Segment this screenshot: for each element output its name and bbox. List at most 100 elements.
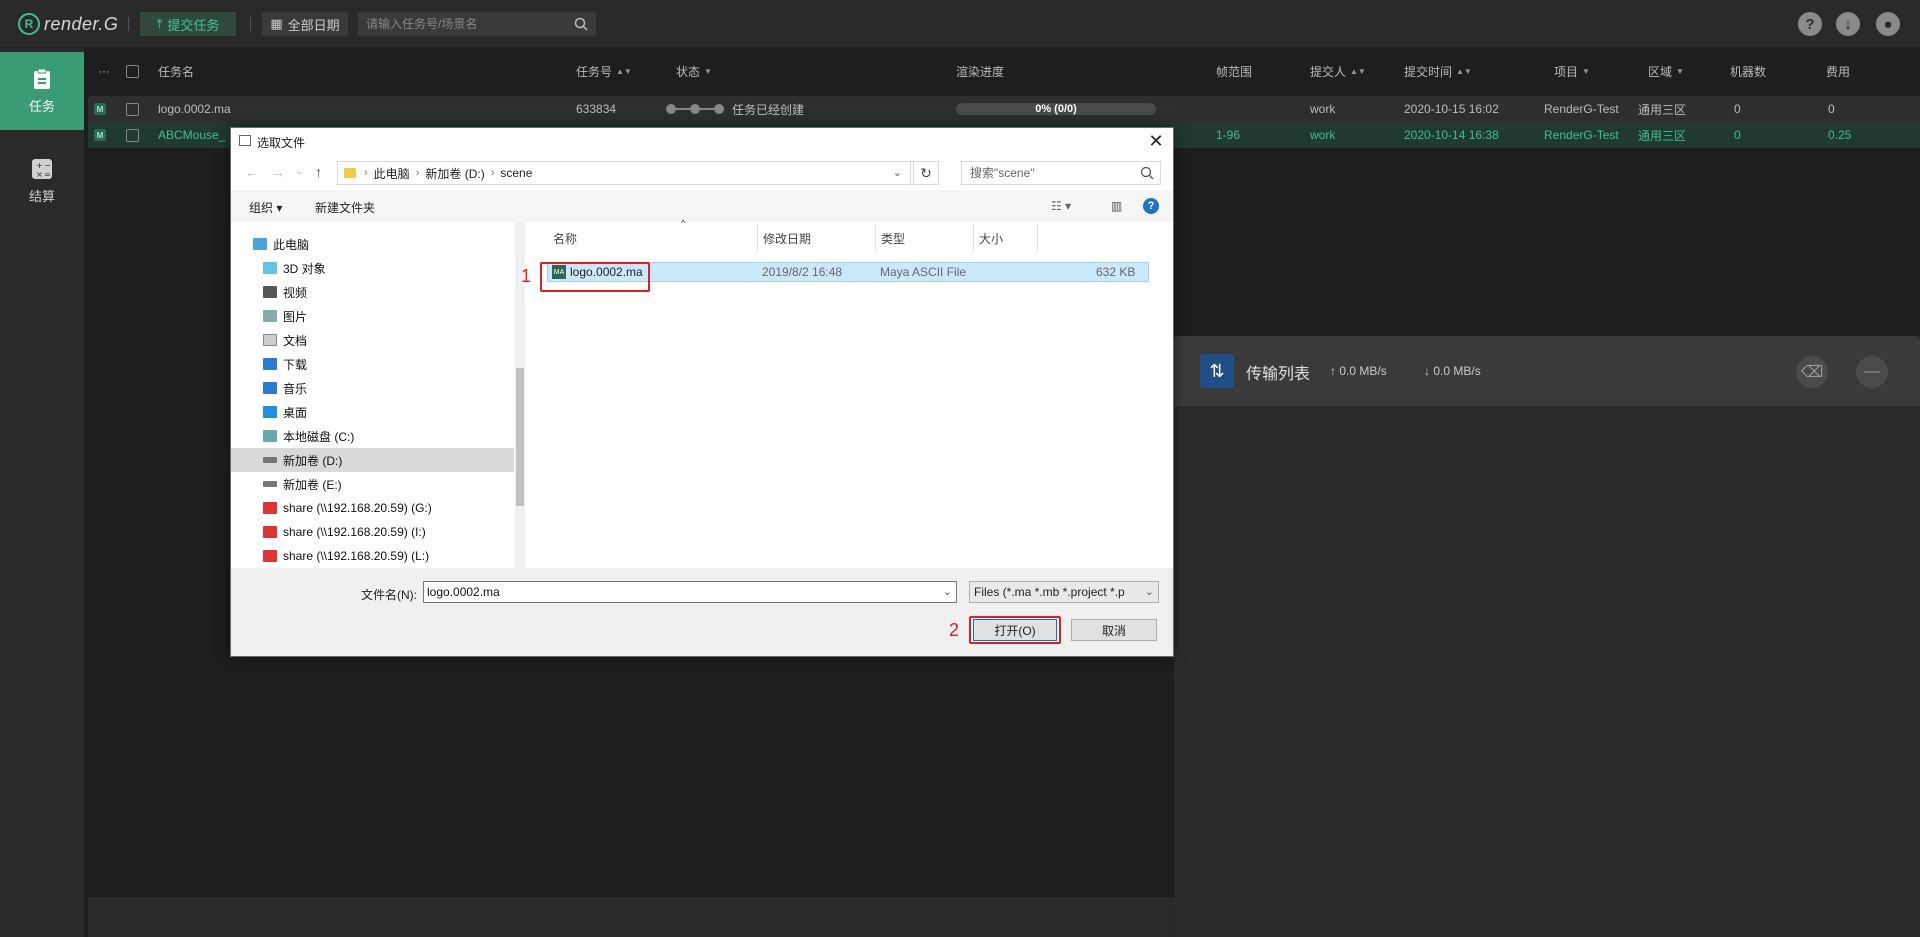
- tree-item-label: 新加卷 (E:): [283, 477, 342, 492]
- task-zone: 通用三区: [1638, 128, 1687, 143]
- chevron-down-icon[interactable]: ⌄: [943, 585, 952, 598]
- tree-item[interactable]: 图片: [231, 304, 514, 328]
- transfer-panel: ⇅ 传输列表 ↑ 0.0 MB/s ↓ 0.0 MB/s ⌫ —: [1174, 336, 1920, 937]
- svg-text:=: =: [44, 170, 51, 179]
- folder-search-input[interactable]: [970, 162, 1140, 184]
- col-time[interactable]: 提交时间 ▲▼: [1404, 56, 1472, 86]
- breadcrumb-item[interactable]: scene: [500, 166, 532, 180]
- col-submitter-label: 提交人: [1310, 64, 1347, 79]
- recent-dropdown-icon[interactable]: ⌄: [295, 166, 303, 177]
- col-status[interactable]: 状态 ▼: [676, 56, 712, 86]
- row-checkbox[interactable]: [126, 102, 139, 116]
- tree-item[interactable]: 视频: [231, 280, 514, 304]
- clipboard-icon: [34, 68, 50, 89]
- download-icon[interactable]: ↓: [1836, 12, 1860, 36]
- minimize-icon[interactable]: —: [1856, 356, 1888, 388]
- drive-icon: [263, 457, 277, 463]
- help-icon[interactable]: ?: [1798, 12, 1822, 36]
- dialog-titlebar: 选取文件 ✕: [231, 128, 1173, 154]
- select-all-checkbox[interactable]: [126, 64, 139, 78]
- col-name: 任务名: [158, 64, 195, 79]
- clear-icon[interactable]: ⌫: [1796, 356, 1828, 388]
- help-icon[interactable]: ?: [1143, 198, 1159, 214]
- sidebar: 任务 + − × = 结算: [0, 48, 84, 937]
- forward-icon[interactable]: →: [271, 164, 285, 180]
- new-folder-button[interactable]: 新建文件夹: [315, 199, 375, 216]
- sidebar-item-tasks[interactable]: 任务: [0, 52, 84, 130]
- task-time: 2020-10-15 16:02: [1404, 102, 1499, 116]
- task-project: RenderG-Test: [1544, 102, 1619, 116]
- task-cost: 0.25: [1828, 128, 1852, 142]
- sidebar-item-settlement[interactable]: + − × = 结算: [0, 142, 84, 220]
- col-frames: 帧范围: [1216, 64, 1253, 79]
- tree-item[interactable]: 桌面: [231, 400, 514, 424]
- col-zone[interactable]: 区域 ▼: [1648, 56, 1684, 86]
- row-checkbox[interactable]: [126, 128, 139, 142]
- task-submitter: work: [1310, 102, 1336, 116]
- organize-label: 组织: [249, 201, 274, 215]
- tree-item[interactable]: share (\\192.168.20.59) (G:): [231, 496, 514, 520]
- tree-item-label: 本地磁盘 (C:): [283, 429, 355, 444]
- cube-icon: [263, 262, 277, 274]
- task-zone: 通用三区: [1638, 102, 1687, 117]
- tree-item[interactable]: 3D 对象: [231, 256, 514, 280]
- search-icon[interactable]: [574, 17, 588, 31]
- address-bar[interactable]: › 此电脑 › 新加卷 (D:) › scene ⌄: [337, 161, 911, 185]
- picture-icon: [263, 310, 277, 322]
- tree-item-label: 此电脑: [273, 237, 310, 252]
- breadcrumb-item[interactable]: 此电脑: [374, 165, 410, 182]
- sort-icon: ▲▼: [1350, 66, 1366, 76]
- task-machines: 0: [1734, 128, 1741, 142]
- col-project[interactable]: 项目 ▼: [1554, 56, 1590, 86]
- download-icon: [263, 358, 277, 370]
- col-header-size[interactable]: 大小: [979, 230, 1003, 247]
- tree-item[interactable]: 本地磁盘 (C:): [231, 424, 514, 448]
- view-options-icon[interactable]: ☷ ▾: [1051, 199, 1071, 213]
- up-icon[interactable]: ↑: [315, 164, 322, 180]
- column-divider: [1037, 224, 1038, 252]
- col-header-name[interactable]: 名称: [553, 230, 577, 247]
- tree-item-label: 图片: [283, 309, 308, 324]
- col-header-type[interactable]: 类型: [881, 230, 905, 247]
- tree-item-selected[interactable]: 新加卷 (D:): [231, 448, 514, 472]
- top-bar: R render.G ⤒ 提交任务 ▦ 全部日期 ? ↓ ●: [0, 0, 1920, 48]
- tree-item-label: 新加卷 (D:): [283, 453, 343, 468]
- filename-input[interactable]: [427, 583, 927, 601]
- search-icon[interactable]: [1140, 166, 1154, 180]
- refresh-icon[interactable]: ↻: [913, 161, 939, 185]
- back-icon[interactable]: ←: [245, 164, 259, 180]
- date-filter-button[interactable]: ▦ 全部日期: [262, 12, 348, 36]
- col-header-modified[interactable]: 修改日期: [763, 230, 811, 247]
- tree-item[interactable]: 新加卷 (E:): [231, 472, 514, 496]
- filetype-select[interactable]: Files (*.ma *.mb *.project *.p ⌄: [969, 581, 1159, 603]
- bottom-bar: [88, 897, 1174, 937]
- preview-pane-icon[interactable]: ▥: [1111, 199, 1122, 213]
- music-icon: [263, 382, 277, 394]
- task-name: logo.0002.ma: [158, 102, 231, 116]
- user-icon[interactable]: ●: [1876, 12, 1900, 36]
- table-row[interactable]: M logo.0002.ma 633834 任务已经创建 0% (0/0) wo…: [88, 96, 1920, 122]
- annotation-highlight-open: [969, 616, 1061, 644]
- organize-button[interactable]: 组织 ▾: [249, 199, 282, 216]
- tree-item[interactable]: share (\\192.168.20.59) (L:): [231, 544, 514, 568]
- task-search-input[interactable]: [366, 12, 566, 36]
- app-logo: R render.G: [18, 10, 118, 38]
- document-icon: [263, 334, 277, 346]
- tree-item[interactable]: 下载: [231, 352, 514, 376]
- cancel-button[interactable]: 取消: [1071, 619, 1157, 641]
- tree-item[interactable]: 此电脑: [231, 232, 514, 256]
- col-id[interactable]: 任务号 ▲▼: [576, 56, 632, 86]
- tree-item-label: share (\\192.168.20.59) (G:): [283, 501, 432, 515]
- tree-item[interactable]: share (\\192.168.20.59) (I:): [231, 520, 514, 544]
- close-icon[interactable]: ✕: [1145, 130, 1167, 152]
- breadcrumb-item[interactable]: 新加卷 (D:): [425, 165, 484, 182]
- more-columns-icon[interactable]: ···: [98, 56, 110, 86]
- tree-item[interactable]: 音乐: [231, 376, 514, 400]
- col-submitter[interactable]: 提交人 ▲▼: [1310, 56, 1366, 86]
- divider: [250, 17, 251, 31]
- tree-item[interactable]: 文档: [231, 328, 514, 352]
- download-speed-value: 0.0 MB/s: [1433, 364, 1481, 378]
- submit-task-button[interactable]: ⤒ 提交任务: [140, 12, 236, 36]
- tree-scrollbar-thumb[interactable]: [516, 368, 524, 506]
- chevron-down-icon[interactable]: ⌄: [893, 166, 902, 179]
